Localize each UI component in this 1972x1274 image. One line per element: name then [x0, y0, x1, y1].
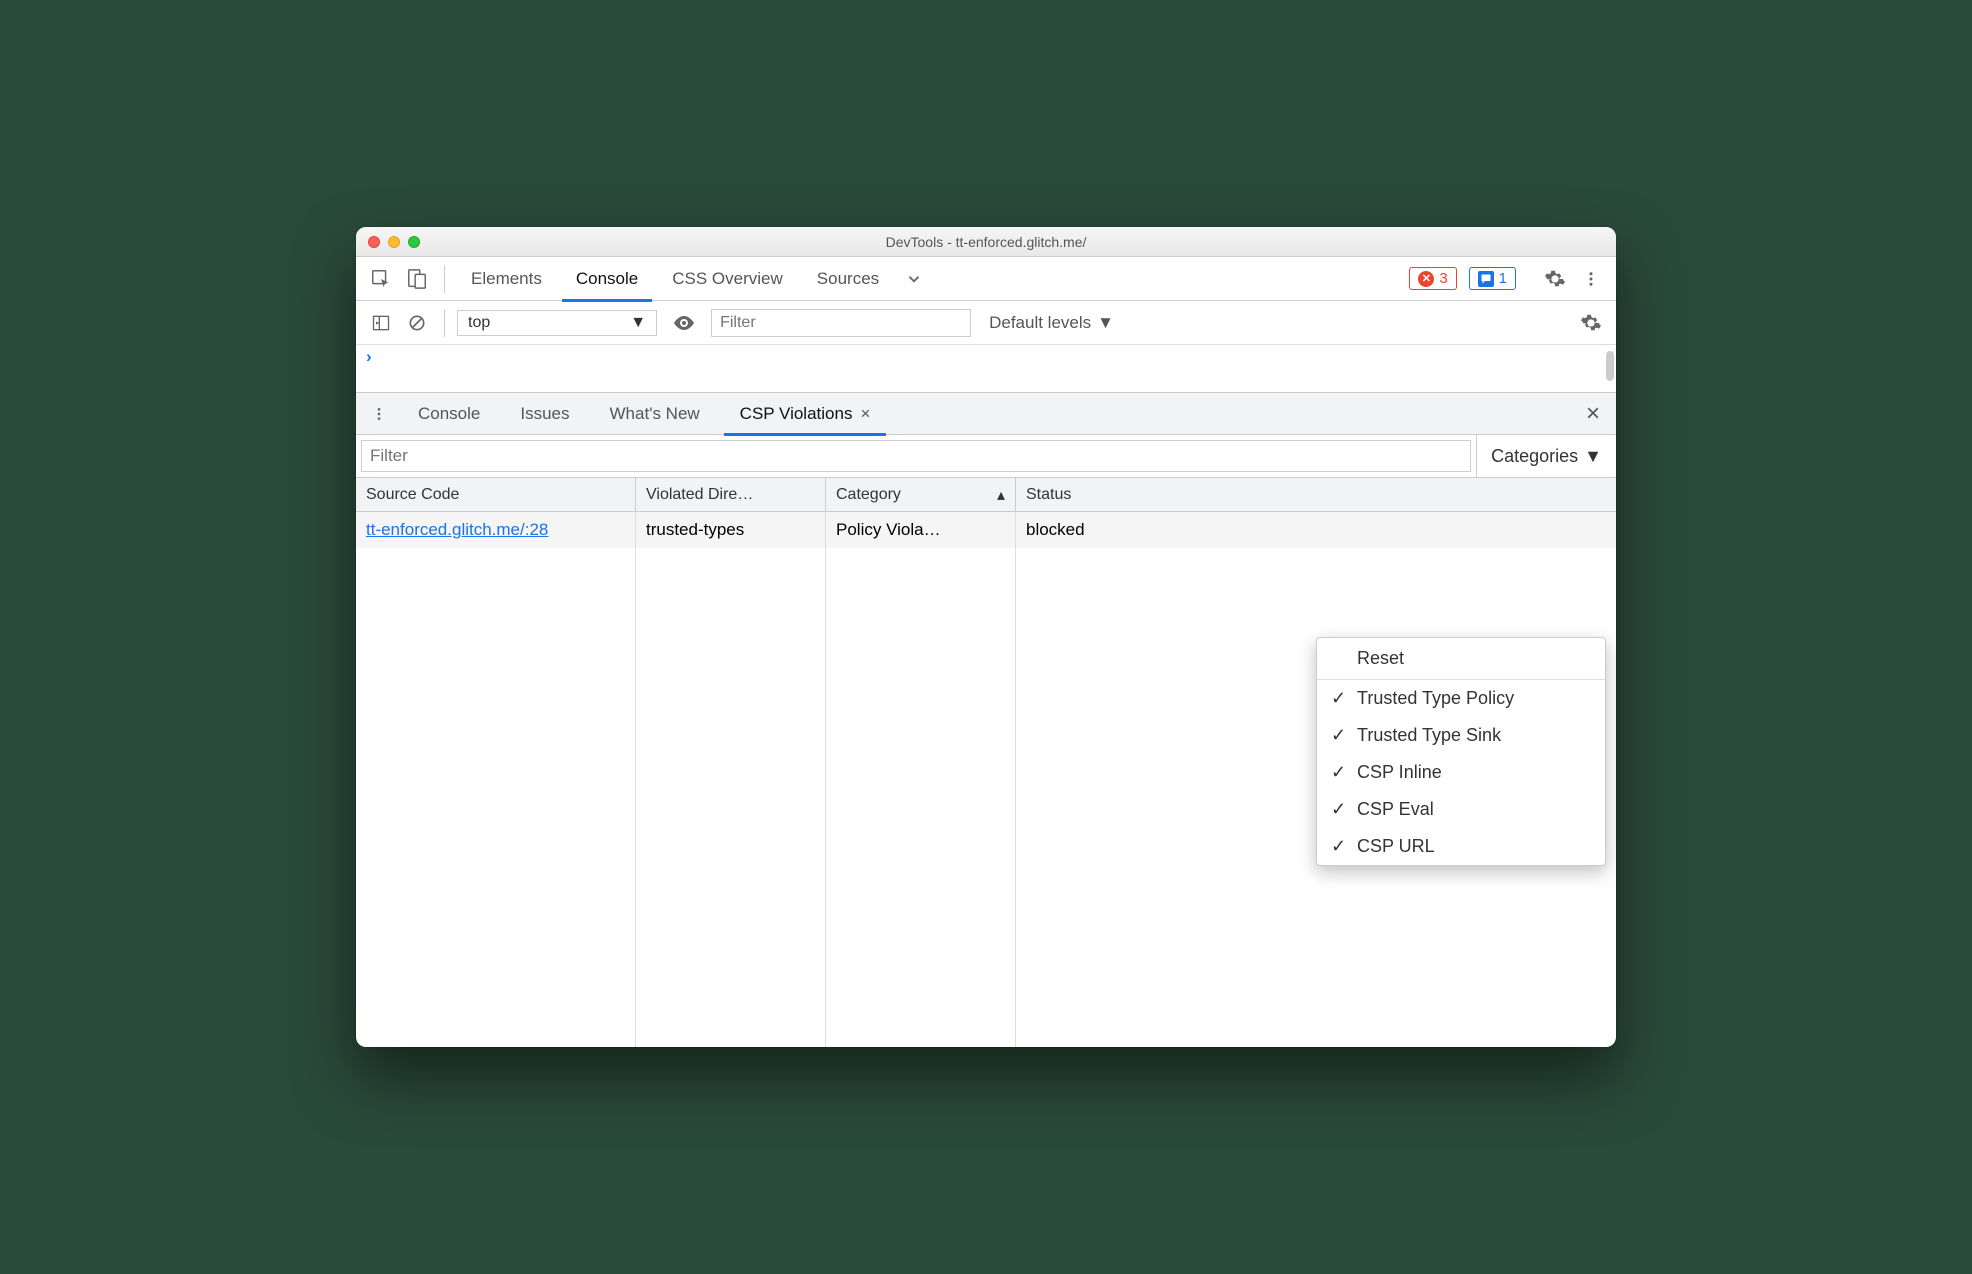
categories-label: Categories	[1491, 446, 1578, 467]
messages-badge[interactable]: 1	[1469, 267, 1516, 290]
context-value: top	[468, 314, 490, 332]
col-source[interactable]: Source Code	[356, 478, 636, 511]
categories-button[interactable]: Categories ▼	[1476, 435, 1616, 477]
console-filter-input[interactable]	[711, 309, 971, 337]
tab-console[interactable]: Console	[562, 257, 652, 301]
drawer-tab-console[interactable]: Console	[402, 393, 496, 435]
tab-sources[interactable]: Sources	[803, 257, 893, 301]
console-toolbar: top ▼ Default levels ▼	[356, 301, 1616, 345]
col-status[interactable]: Status	[1016, 478, 1616, 511]
menu-item-trusted-type-sink[interactable]: Trusted Type Sink	[1317, 717, 1605, 754]
drawer-tab-csp-violations[interactable]: CSP Violations ×	[724, 393, 887, 435]
kebab-menu-icon[interactable]	[1576, 264, 1606, 294]
divider	[444, 265, 445, 293]
message-icon	[1478, 271, 1494, 287]
context-selector[interactable]: top ▼	[457, 310, 657, 336]
console-output[interactable]: ›	[356, 345, 1616, 393]
menu-reset[interactable]: Reset	[1317, 638, 1605, 680]
error-icon: ✕	[1418, 271, 1434, 287]
errors-badge[interactable]: ✕ 3	[1409, 267, 1456, 290]
log-levels-selector[interactable]: Default levels ▼	[989, 313, 1114, 333]
chevron-down-icon: ▼	[1097, 313, 1114, 333]
categories-menu: Reset Trusted Type Policy Trusted Type S…	[1316, 637, 1606, 866]
col-category[interactable]: Category ▴	[826, 478, 1016, 511]
menu-item-trusted-type-policy[interactable]: Trusted Type Policy	[1317, 680, 1605, 717]
sort-asc-icon: ▴	[997, 485, 1005, 505]
menu-item-csp-inline[interactable]: CSP Inline	[1317, 754, 1605, 791]
menu-item-csp-url[interactable]: CSP URL	[1317, 828, 1605, 865]
live-expression-icon[interactable]	[669, 308, 699, 338]
titlebar: DevTools - tt-enforced.glitch.me/	[356, 227, 1616, 257]
drawer-kebab-icon[interactable]	[364, 399, 394, 429]
drawer-tab-whats-new[interactable]: What's New	[594, 393, 716, 435]
tab-css-overview[interactable]: CSS Overview	[658, 257, 797, 301]
sidebar-toggle-icon[interactable]	[366, 308, 396, 338]
more-tabs-icon[interactable]	[899, 264, 929, 294]
messages-count: 1	[1499, 270, 1507, 287]
device-toolbar-icon[interactable]	[402, 264, 432, 294]
console-prompt-icon: ›	[366, 347, 372, 367]
chevron-down-icon: ▼	[1584, 446, 1602, 467]
inspect-element-icon[interactable]	[366, 264, 396, 294]
close-tab-icon[interactable]: ×	[860, 404, 870, 424]
csp-filter-input[interactable]	[361, 440, 1471, 472]
drawer-tabbar: Console Issues What's New CSP Violations…	[356, 393, 1616, 435]
close-drawer-icon[interactable]: ×	[1586, 400, 1600, 428]
tab-elements[interactable]: Elements	[457, 257, 556, 301]
csp-filter-row: Categories ▼	[356, 435, 1616, 478]
chevron-down-icon: ▼	[630, 314, 646, 332]
clear-console-icon[interactable]	[402, 308, 432, 338]
drawer-tab-issues[interactable]: Issues	[504, 393, 585, 435]
scrollbar-thumb[interactable]	[1606, 351, 1614, 381]
drawer-tab-label: CSP Violations	[740, 404, 853, 424]
divider	[444, 309, 445, 337]
console-settings-icon[interactable]	[1576, 308, 1606, 338]
col-directive[interactable]: Violated Dire…	[636, 478, 826, 511]
menu-item-csp-eval[interactable]: CSP Eval	[1317, 791, 1605, 828]
errors-count: 3	[1439, 270, 1447, 287]
log-levels-label: Default levels	[989, 313, 1091, 333]
main-tabbar: Elements Console CSS Overview Sources ✕ …	[356, 257, 1616, 301]
window-title: DevTools - tt-enforced.glitch.me/	[356, 234, 1616, 250]
devtools-window: DevTools - tt-enforced.glitch.me/ Elemen…	[356, 227, 1616, 1047]
col-category-label: Category	[836, 486, 901, 504]
settings-icon[interactable]	[1540, 264, 1570, 294]
grid-header: Source Code Violated Dire… Category ▴ St…	[356, 478, 1616, 512]
